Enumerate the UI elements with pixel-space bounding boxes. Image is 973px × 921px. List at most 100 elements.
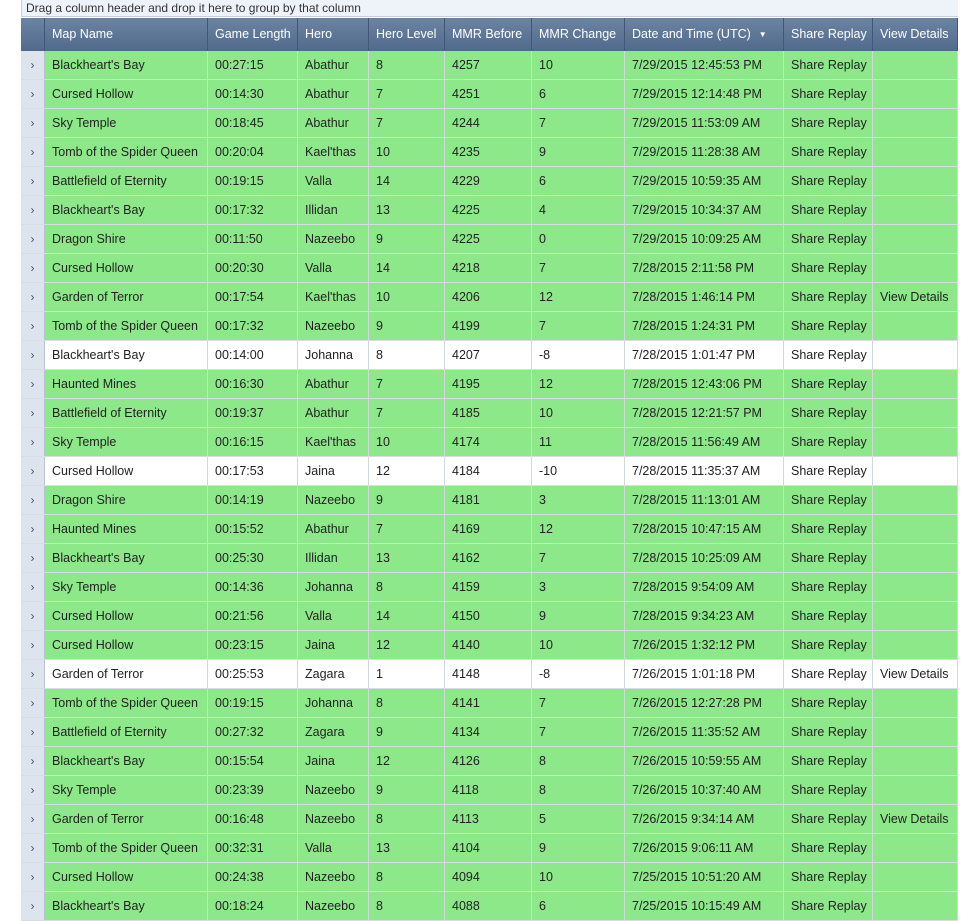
row-expand-chevron-icon[interactable]: › [21, 515, 45, 543]
table-row[interactable]: › Sky Temple 00:16:15 Kael'thas 10 4174 11 7/28… [21, 428, 958, 457]
row-expand-chevron-icon[interactable]: › [21, 196, 45, 224]
share-replay-link[interactable]: Share Replay [784, 747, 873, 775]
table-row[interactable]: › Sky Temple 00:23:39 Nazeebo 9 4118 8 7/26/201… [21, 776, 958, 805]
share-replay-link[interactable]: Share Replay [784, 660, 873, 688]
table-row[interactable]: › Blackheart's Bay 00:25:30 Illidan 13 4162 7 7… [21, 544, 958, 573]
share-replay-link[interactable]: Share Replay [784, 428, 873, 456]
row-expand-chevron-icon[interactable]: › [21, 805, 45, 833]
row-expand-chevron-icon[interactable]: › [21, 631, 45, 659]
share-replay-link[interactable]: Share Replay [784, 312, 873, 340]
table-row[interactable]: › Cursed Hollow 00:14:30 Abathur 7 4251 6 7/29/… [21, 80, 958, 109]
column-header-share-replay[interactable]: Share Replay [784, 18, 873, 51]
row-expand-chevron-icon[interactable]: › [21, 341, 45, 369]
share-replay-link[interactable]: Share Replay [784, 602, 873, 630]
table-row[interactable]: › Garden of Terror 00:25:53 Zagara 1 4148 -8 7/… [21, 660, 958, 689]
share-replay-link[interactable]: Share Replay [784, 109, 873, 137]
row-expand-chevron-icon[interactable]: › [21, 51, 45, 79]
table-row[interactable]: › Battlefield of Eternity 00:27:32 Zagara 9 4… [21, 718, 958, 747]
column-header-hero-level[interactable]: Hero Level [369, 18, 445, 51]
share-replay-link[interactable]: Share Replay [784, 51, 873, 79]
table-row[interactable]: › Battlefield of Eternity 00:19:37 Abathur 7… [21, 399, 958, 428]
share-replay-link[interactable]: Share Replay [784, 776, 873, 804]
share-replay-link[interactable]: Share Replay [784, 486, 873, 514]
table-row[interactable]: › Tomb of the Spider Queen 00:19:15 Johanna… [21, 689, 958, 718]
table-row[interactable]: › Cursed Hollow 00:20:30 Valla 14 4218 7 7/28/2… [21, 254, 958, 283]
table-row[interactable]: › Sky Temple 00:14:36 Johanna 8 4159 3 7/28/201… [21, 573, 958, 602]
share-replay-link[interactable]: Share Replay [784, 544, 873, 572]
row-expand-chevron-icon[interactable]: › [21, 689, 45, 717]
share-replay-link[interactable]: Share Replay [784, 283, 873, 311]
table-row[interactable]: › Dragon Shire 00:11:50 Nazeebo 9 4225 0 7/29/2… [21, 225, 958, 254]
column-header-mmr-before[interactable]: MMR Before [445, 18, 532, 51]
share-replay-link[interactable]: Share Replay [784, 892, 873, 920]
row-expand-chevron-icon[interactable]: › [21, 892, 45, 920]
table-row[interactable]: › Sky Temple 00:18:45 Abathur 7 4244 7 7/29/201… [21, 109, 958, 138]
share-replay-link[interactable]: Share Replay [784, 341, 873, 369]
table-row[interactable]: › Tomb of the Spider Queen 00:32:31 Valla 13… [21, 834, 958, 863]
table-row[interactable]: › Cursed Hollow 00:17:53 Jaina 12 4184 -10 7/28… [21, 457, 958, 486]
table-row[interactable]: › Cursed Hollow 00:23:15 Jaina 12 4140 10 7/26/… [21, 631, 958, 660]
share-replay-link[interactable]: Share Replay [784, 718, 873, 746]
row-expand-chevron-icon[interactable]: › [21, 544, 45, 572]
row-expand-chevron-icon[interactable]: › [21, 254, 45, 282]
share-replay-link[interactable]: Share Replay [784, 167, 873, 195]
row-expand-chevron-icon[interactable]: › [21, 863, 45, 891]
share-replay-link[interactable]: Share Replay [784, 457, 873, 485]
table-row[interactable]: › Cursed Hollow 00:24:38 Nazeebo 8 4094 10 7/25… [21, 863, 958, 892]
row-expand-chevron-icon[interactable]: › [21, 428, 45, 456]
row-expand-chevron-icon[interactable]: › [21, 225, 45, 253]
share-replay-link[interactable]: Share Replay [784, 834, 873, 862]
row-expand-chevron-icon[interactable]: › [21, 167, 45, 195]
column-header-date-time[interactable]: Date and Time (UTC) ▼ [625, 18, 784, 51]
column-header-game-length[interactable]: Game Length [208, 18, 298, 51]
share-replay-link[interactable]: Share Replay [784, 805, 873, 833]
share-replay-link[interactable]: Share Replay [784, 631, 873, 659]
table-row[interactable]: › Dragon Shire 00:14:19 Nazeebo 9 4181 3 7/28/2… [21, 486, 958, 515]
share-replay-link[interactable]: Share Replay [784, 515, 873, 543]
row-expand-chevron-icon[interactable]: › [21, 486, 45, 514]
share-replay-link[interactable]: Share Replay [784, 225, 873, 253]
row-expand-chevron-icon[interactable]: › [21, 718, 45, 746]
share-replay-link[interactable]: Share Replay [784, 399, 873, 427]
view-details-link[interactable]: View Details [873, 283, 958, 311]
row-expand-chevron-icon[interactable]: › [21, 80, 45, 108]
column-header-view-details[interactable]: View Details [873, 18, 958, 51]
share-replay-link[interactable]: Share Replay [784, 573, 873, 601]
row-expand-chevron-icon[interactable]: › [21, 399, 45, 427]
column-header-map-name[interactable]: Map Name [45, 18, 208, 51]
row-expand-chevron-icon[interactable]: › [21, 109, 45, 137]
table-row[interactable]: › Garden of Terror 00:17:54 Kael'thas 10 4206… [21, 283, 958, 312]
share-replay-link[interactable]: Share Replay [784, 689, 873, 717]
view-details-link[interactable]: View Details [873, 805, 958, 833]
table-row[interactable]: › Blackheart's Bay 00:17:32 Illidan 13 4225 4 7… [21, 196, 958, 225]
row-expand-chevron-icon[interactable]: › [21, 602, 45, 630]
table-row[interactable]: › Tomb of the Spider Queen 00:20:04 Kael'th… [21, 138, 958, 167]
row-expand-chevron-icon[interactable]: › [21, 573, 45, 601]
share-replay-link[interactable]: Share Replay [784, 370, 873, 398]
row-expand-chevron-icon[interactable]: › [21, 283, 45, 311]
share-replay-link[interactable]: Share Replay [784, 196, 873, 224]
table-row[interactable]: › Blackheart's Bay 00:14:00 Johanna 8 4207 -8 7… [21, 341, 958, 370]
group-by-panel[interactable]: Drag a column header and drop it here to… [21, 0, 958, 17]
row-expand-chevron-icon[interactable]: › [21, 457, 45, 485]
table-row[interactable]: › Garden of Terror 00:16:48 Nazeebo 8 4113 5 7/… [21, 805, 958, 834]
column-header-hero[interactable]: Hero [298, 18, 369, 51]
share-replay-link[interactable]: Share Replay [784, 254, 873, 282]
row-expand-chevron-icon[interactable]: › [21, 370, 45, 398]
table-row[interactable]: › Haunted Mines 00:15:52 Abathur 7 4169 12 7/28… [21, 515, 958, 544]
row-expand-chevron-icon[interactable]: › [21, 834, 45, 862]
table-row[interactable]: › Blackheart's Bay 00:27:15 Abathur 8 4257 10 7… [21, 51, 958, 80]
share-replay-link[interactable]: Share Replay [784, 863, 873, 891]
table-row[interactable]: › Battlefield of Eternity 00:19:15 Valla 14 4… [21, 167, 958, 196]
share-replay-link[interactable]: Share Replay [784, 80, 873, 108]
row-expand-chevron-icon[interactable]: › [21, 747, 45, 775]
table-row[interactable]: › Cursed Hollow 00:21:56 Valla 14 4150 9 7/28/2… [21, 602, 958, 631]
share-replay-link[interactable]: Share Replay [784, 138, 873, 166]
table-row[interactable]: › Haunted Mines 00:16:30 Abathur 7 4195 12 7/28… [21, 370, 958, 399]
row-expand-chevron-icon[interactable]: › [21, 660, 45, 688]
table-row[interactable]: › Blackheart's Bay 00:15:54 Jaina 12 4126 8 7/2… [21, 747, 958, 776]
row-expand-chevron-icon[interactable]: › [21, 138, 45, 166]
column-header-mmr-change[interactable]: MMR Change [532, 18, 625, 51]
row-expand-chevron-icon[interactable]: › [21, 776, 45, 804]
view-details-link[interactable]: View Details [873, 660, 958, 688]
